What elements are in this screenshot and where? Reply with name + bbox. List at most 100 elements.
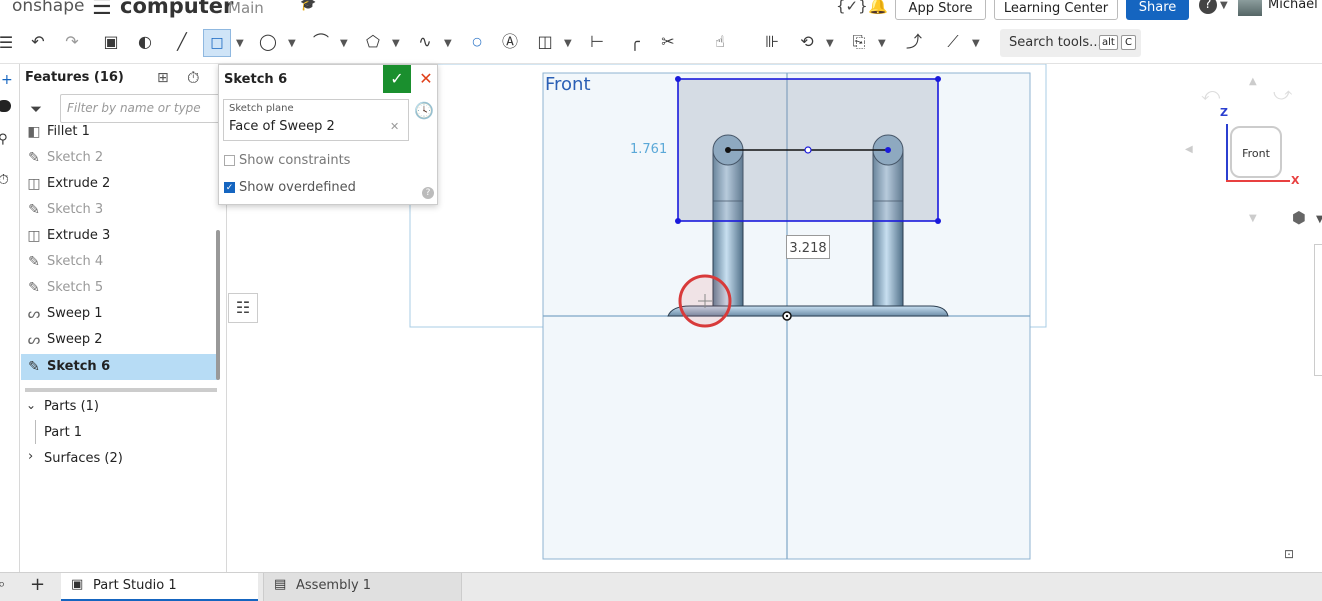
confirm-button[interactable]: ✓ xyxy=(383,65,411,93)
view-cube-face[interactable]: Front xyxy=(1230,126,1282,178)
notification-bell-icon[interactable]: 🔔 xyxy=(868,0,888,15)
feature-item-extrude-2[interactable]: ◫ Extrude 2 xyxy=(21,171,227,197)
feature-item-sweep-2[interactable]: ᔕ Sweep 2 xyxy=(21,327,227,353)
feature-item-extrude-3[interactable]: ◫ Extrude 3 xyxy=(21,223,227,249)
offset-tool-icon[interactable]: ⊪ xyxy=(762,32,782,52)
feature-tree-toggle-button[interactable]: ☷ xyxy=(228,293,258,323)
help-chevron-down-icon[interactable]: ▼ xyxy=(1220,0,1228,11)
rect-corner-top-left[interactable] xyxy=(675,76,681,82)
surfaces-chevron-right-icon[interactable]: › xyxy=(28,449,33,464)
undo-icon[interactable]: ↶ xyxy=(28,32,48,52)
learning-center-button[interactable]: Learning Center xyxy=(994,0,1118,20)
rectangle-chevron-down-icon[interactable]: ▼ xyxy=(236,38,244,49)
hamburger-menu-icon[interactable]: ☰ xyxy=(92,0,112,20)
vertical-dimension-label[interactable]: 1.761 xyxy=(630,142,667,157)
plane-history-icon[interactable]: 🕓 xyxy=(414,101,434,120)
add-folder-icon[interactable]: ⊞ xyxy=(157,70,169,86)
use-tool-icon[interactable]: ⤴ xyxy=(904,32,924,52)
show-constraints-checkbox[interactable] xyxy=(224,155,235,166)
display-mode-cube-icon[interactable]: ⬢ xyxy=(1292,208,1306,227)
share-button[interactable]: Share xyxy=(1126,0,1189,20)
filter-icon[interactable]: ⏷ xyxy=(30,100,42,118)
text-tool-icon[interactable]: Ⓐ xyxy=(500,32,520,52)
circle-chevron-down-icon[interactable]: ▼ xyxy=(288,38,296,49)
dxf-import-icon[interactable]: ⎘ xyxy=(849,32,869,52)
arc-tool-icon[interactable]: ⌒ xyxy=(311,32,331,52)
orbit-right-arrow-icon[interactable]: ⤻ xyxy=(1273,84,1292,105)
midpoint[interactable] xyxy=(804,146,812,154)
parts-chevron-down-icon[interactable]: ⌄ xyxy=(26,398,36,412)
plus-icon[interactable]: + xyxy=(1,72,13,88)
help-icon[interactable]: ? xyxy=(1199,0,1217,14)
onshape-logo[interactable]: onshape xyxy=(12,0,84,16)
scale-ruler-icon[interactable]: ⊡ xyxy=(1284,547,1294,561)
orbit-left-arrow-icon[interactable]: ⤺ xyxy=(1201,84,1220,105)
polygon-tool-icon[interactable]: ⬠ xyxy=(363,32,383,52)
left-endpoint[interactable] xyxy=(725,147,731,153)
rect-corner-bottom-left[interactable] xyxy=(675,218,681,224)
tab-part-studio-1[interactable]: ▣ Part Studio 1 xyxy=(61,573,258,601)
side-panel-stub[interactable] xyxy=(1314,244,1322,376)
rotate-left-arrow-icon[interactable]: ◀ xyxy=(1185,144,1193,155)
measure-icon[interactable]: ◐ xyxy=(135,32,155,52)
search-tabs-icon[interactable]: ⌕ xyxy=(0,577,5,592)
horizontal-dimension-box[interactable]: 3.218 xyxy=(786,235,830,259)
polygon-chevron-down-icon[interactable]: ▼ xyxy=(392,38,400,49)
circle-tool-icon[interactable]: ◯ xyxy=(258,32,278,52)
parts-header[interactable]: Parts (1) xyxy=(44,399,99,414)
panel-divider[interactable] xyxy=(25,388,217,392)
surfaces-header[interactable]: Surfaces (2) xyxy=(44,451,123,466)
rotate-down-arrow-icon[interactable]: ▼ xyxy=(1249,213,1257,224)
app-store-button[interactable]: App Store xyxy=(895,0,986,20)
parts-icon[interactable]: ⚲ xyxy=(0,132,8,147)
construction-chevron-down-icon[interactable]: ▼ xyxy=(564,38,572,49)
feature-list-scrollbar[interactable] xyxy=(216,230,220,380)
cancel-button[interactable]: ✕ xyxy=(414,65,438,93)
shape-icon[interactable] xyxy=(0,100,11,112)
tree-toggle-icon[interactable]: ☰ xyxy=(0,33,16,53)
clear-plane-icon[interactable]: ✕ xyxy=(390,120,399,133)
trim-tool-icon[interactable]: ✂ xyxy=(658,32,678,52)
feature-item-fillet-1[interactable]: ◧ Fillet 1 xyxy=(21,119,227,145)
spline-tool-icon[interactable]: ∿ xyxy=(415,32,435,52)
extend-tool-icon[interactable]: ☝ xyxy=(710,32,730,52)
history-icon[interactable]: ⏱ xyxy=(0,172,9,188)
feature-item-sketch-6[interactable]: ✎ Sketch 6 xyxy=(21,354,218,380)
rotate-up-arrow-icon[interactable]: ▲ xyxy=(1249,76,1257,87)
new-sketch-icon[interactable]: ▣ xyxy=(101,32,121,52)
redo-icon[interactable]: ↷ xyxy=(62,32,82,52)
spline-chevron-down-icon[interactable]: ▼ xyxy=(444,38,452,49)
code-icon[interactable]: {✓} xyxy=(836,0,868,15)
avatar[interactable] xyxy=(1238,0,1262,16)
display-mode-chevron-down-icon[interactable]: ▼ xyxy=(1316,214,1322,225)
sketch-options-chevron-down-icon[interactable]: ▼ xyxy=(972,38,980,49)
show-overdefined-label[interactable]: Show overdefined xyxy=(239,180,356,195)
overdefined-help-icon[interactable]: ? xyxy=(422,187,434,199)
dxf-chevron-down-icon[interactable]: ▼ xyxy=(878,38,886,49)
fillet-tool-icon[interactable]: ╭ xyxy=(625,32,645,52)
feature-item-sweep-1[interactable]: ᔕ Sweep 1 xyxy=(21,301,227,327)
right-endpoint[interactable] xyxy=(885,147,891,153)
part-item-part-1[interactable]: Part 1 xyxy=(44,425,82,440)
tab-assembly-1[interactable]: ▤ Assembly 1 xyxy=(263,573,462,601)
feature-item-sketch-2[interactable]: ✎ Sketch 2 xyxy=(21,145,227,171)
view-cube[interactable]: ▲ ◀ ▼ ⤺ ⤻ Front Z X xyxy=(1185,76,1313,226)
user-name[interactable]: Michael A xyxy=(1268,0,1322,12)
document-title[interactable]: computer xyxy=(120,0,233,18)
dimension-tool-icon[interactable]: ⊢ xyxy=(587,32,607,52)
transform-tool-icon[interactable]: ⟲ xyxy=(797,32,817,52)
show-constraints-label[interactable]: Show constraints xyxy=(239,153,350,168)
feature-item-sketch-4[interactable]: ✎ Sketch 4 xyxy=(21,249,227,275)
sketch-options-icon[interactable]: ⟋ xyxy=(943,32,963,52)
add-tab-icon[interactable]: + xyxy=(30,574,45,595)
branch-name[interactable]: Main xyxy=(228,0,264,17)
search-tools-input[interactable]: Search tools... alt C xyxy=(1000,29,1141,57)
arc-chevron-down-icon[interactable]: ▼ xyxy=(340,38,348,49)
feature-item-sketch-5[interactable]: ✎ Sketch 5 xyxy=(21,275,227,301)
rollback-timer-icon[interactable]: ⏱ xyxy=(187,68,199,88)
construction-tool-icon[interactable]: ◫ xyxy=(535,32,555,52)
graduation-cap-icon[interactable]: 🎓 xyxy=(300,0,316,12)
show-overdefined-checkbox[interactable]: ✓ xyxy=(224,182,235,193)
point-tool-icon[interactable]: ○ xyxy=(467,32,487,52)
line-tool-icon[interactable]: ╱ xyxy=(172,32,192,52)
